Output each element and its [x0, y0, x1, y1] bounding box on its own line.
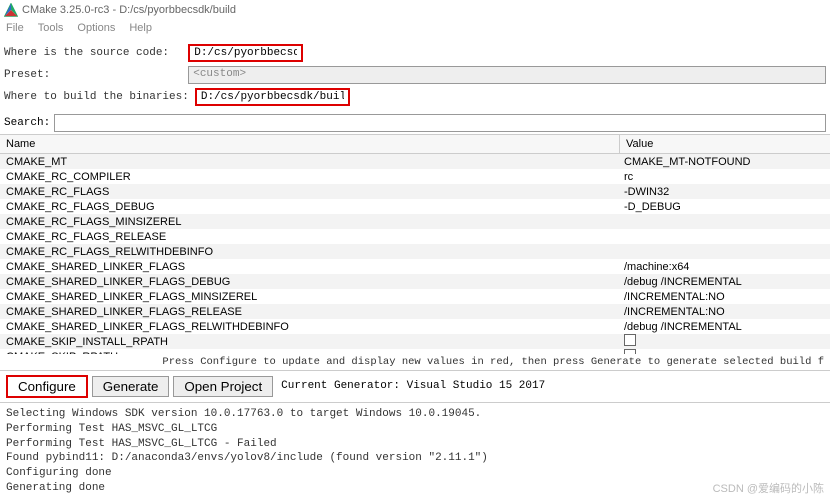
table-row[interactable]: CMAKE_MTCMAKE_MT-NOTFOUND: [0, 154, 830, 169]
variables-body: CMAKE_MTCMAKE_MT-NOTFOUNDCMAKE_RC_COMPIL…: [0, 154, 830, 354]
var-name[interactable]: CMAKE_SHARED_LINKER_FLAGS_DEBUG: [0, 276, 620, 288]
header-name[interactable]: Name: [0, 135, 620, 153]
output-log[interactable]: Selecting Windows SDK version 10.0.17763…: [0, 402, 830, 500]
generator-label: Current Generator: Visual Studio 15 2017: [281, 380, 545, 392]
search-input[interactable]: [54, 114, 826, 132]
var-name[interactable]: CMAKE_RC_COMPILER: [0, 171, 620, 183]
build-label: Where to build the binaries:: [4, 91, 189, 103]
menu-help[interactable]: Help: [129, 22, 152, 36]
var-value[interactable]: /debug /INCREMENTAL: [620, 276, 830, 288]
variables-table: Name Value CMAKE_MTCMAKE_MT-NOTFOUNDCMAK…: [0, 134, 830, 354]
var-name[interactable]: CMAKE_SHARED_LINKER_FLAGS_RELEASE: [0, 306, 620, 318]
search-row: Search:: [0, 112, 830, 134]
watermark: CSDN @爱编码的小陈: [713, 480, 824, 496]
paths-section: Where is the source code: Preset: <custo…: [0, 38, 830, 112]
source-code-input[interactable]: [188, 44, 303, 62]
table-row[interactable]: CMAKE_RC_FLAGS_RELWITHDEBINFO: [0, 244, 830, 259]
window-title: CMake 3.25.0-rc3 - D:/cs/pyorbbecsdk/bui…: [22, 4, 236, 16]
menu-file[interactable]: File: [6, 22, 24, 36]
table-row[interactable]: CMAKE_SHARED_LINKER_FLAGS_MINSIZEREL/INC…: [0, 289, 830, 304]
var-value[interactable]: -DWIN32: [620, 186, 830, 198]
titlebar: CMake 3.25.0-rc3 - D:/cs/pyorbbecsdk/bui…: [0, 0, 830, 20]
configure-button[interactable]: Configure: [6, 375, 88, 398]
preset-label: Preset:: [4, 69, 182, 81]
table-row[interactable]: CMAKE_RC_COMPILERrc: [0, 169, 830, 184]
var-name[interactable]: CMAKE_RC_FLAGS_RELEASE: [0, 231, 620, 243]
var-name[interactable]: CMAKE_SHARED_LINKER_FLAGS_MINSIZEREL: [0, 291, 620, 303]
build-binaries-input[interactable]: [195, 88, 350, 106]
table-row[interactable]: CMAKE_SHARED_LINKER_FLAGS/machine:x64: [0, 259, 830, 274]
checkbox-icon[interactable]: [624, 334, 636, 346]
var-value[interactable]: /INCREMENTAL:NO: [620, 306, 830, 318]
var-name[interactable]: CMAKE_MT: [0, 156, 620, 168]
var-name[interactable]: CMAKE_RC_FLAGS_DEBUG: [0, 201, 620, 213]
variables-header: Name Value: [0, 135, 830, 154]
source-label: Where is the source code:: [4, 47, 182, 59]
menubar: File Tools Options Help: [0, 20, 830, 38]
table-row[interactable]: CMAKE_SHARED_LINKER_FLAGS_RELEASE/INCREM…: [0, 304, 830, 319]
var-name[interactable]: CMAKE_SHARED_LINKER_FLAGS_RELWITHDEBINFO: [0, 321, 620, 333]
generate-button[interactable]: Generate: [92, 376, 170, 397]
table-row[interactable]: CMAKE_RC_FLAGS_DEBUG-D_DEBUG: [0, 199, 830, 214]
menu-options[interactable]: Options: [77, 22, 115, 36]
table-row[interactable]: CMAKE_SHARED_LINKER_FLAGS_RELWITHDEBINFO…: [0, 319, 830, 334]
status-hint: Press Configure to update and display ne…: [0, 354, 830, 370]
preset-dropdown[interactable]: <custom>: [188, 66, 826, 84]
var-value[interactable]: /debug /INCREMENTAL: [620, 321, 830, 333]
var-value[interactable]: /machine:x64: [620, 261, 830, 273]
var-value[interactable]: -D_DEBUG: [620, 201, 830, 213]
table-row[interactable]: CMAKE_RC_FLAGS_RELEASE: [0, 229, 830, 244]
search-label: Search:: [4, 117, 50, 129]
var-value[interactable]: /INCREMENTAL:NO: [620, 291, 830, 303]
var-name[interactable]: CMAKE_RC_FLAGS: [0, 186, 620, 198]
var-name[interactable]: CMAKE_RC_FLAGS_RELWITHDEBINFO: [0, 246, 620, 258]
var-value[interactable]: CMAKE_MT-NOTFOUND: [620, 156, 830, 168]
table-row[interactable]: CMAKE_SKIP_INSTALL_RPATH: [0, 334, 830, 349]
var-name[interactable]: CMAKE_SKIP_INSTALL_RPATH: [0, 336, 620, 348]
cmake-logo-icon: [4, 3, 18, 17]
var-value[interactable]: rc: [620, 171, 830, 183]
table-row[interactable]: CMAKE_RC_FLAGS_MINSIZEREL: [0, 214, 830, 229]
var-value[interactable]: [620, 334, 830, 349]
buttons-row: Configure Generate Open Project Current …: [0, 370, 830, 402]
table-row[interactable]: CMAKE_RC_FLAGS-DWIN32: [0, 184, 830, 199]
table-row[interactable]: CMAKE_SHARED_LINKER_FLAGS_DEBUG/debug /I…: [0, 274, 830, 289]
header-value[interactable]: Value: [620, 135, 830, 153]
var-name[interactable]: CMAKE_SHARED_LINKER_FLAGS: [0, 261, 620, 273]
var-name[interactable]: CMAKE_RC_FLAGS_MINSIZEREL: [0, 216, 620, 228]
open-project-button[interactable]: Open Project: [173, 376, 273, 397]
menu-tools[interactable]: Tools: [38, 22, 64, 36]
